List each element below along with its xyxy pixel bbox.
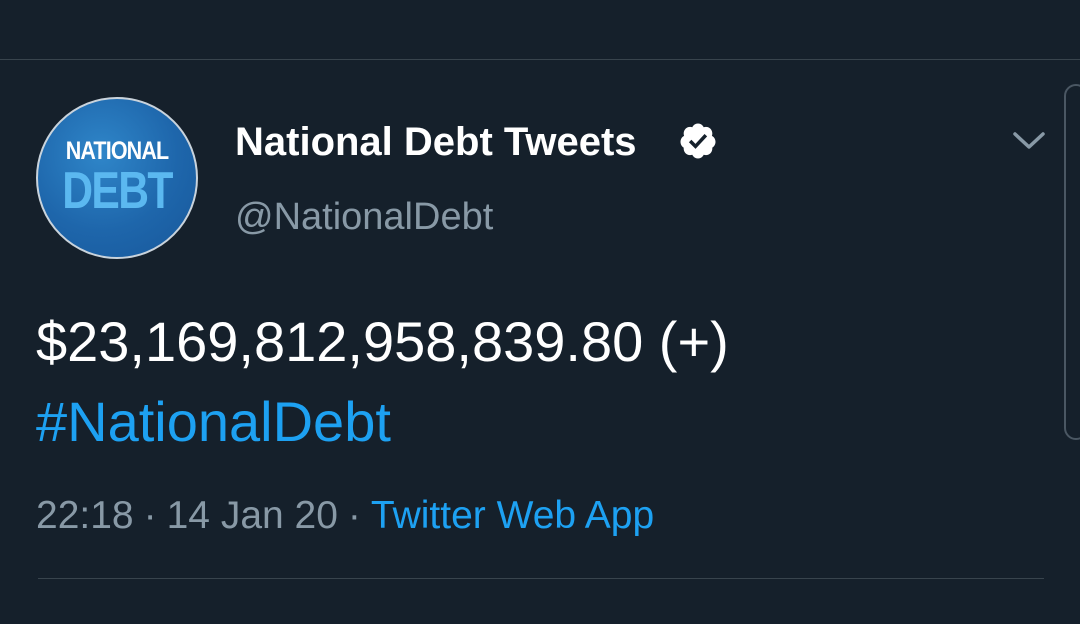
tweet-text: $23,169,812,958,839.80 (+) [36,310,729,373]
tweet-detail-screen: NATIONAL DEBT National Debt Tweets @Nati… [0,0,1080,624]
tweet-date: 14 Jan 20 [166,494,338,537]
avatar[interactable]: NATIONAL DEBT [36,97,198,259]
user-handle[interactable]: @NationalDebt [235,195,493,239]
tweet-time: 22:18 [36,494,134,537]
top-divider [0,59,1080,60]
tweet-metadata: 22:18 · 14 Jan 20 · Twitter Web App [36,493,654,539]
verified-badge-icon [680,123,716,159]
hashtag-link[interactable]: #NationalDebt [36,390,391,454]
meta-separator: · [143,494,157,537]
tweet-source-link[interactable]: Twitter Web App [371,494,654,537]
bottom-divider [38,578,1044,579]
display-name[interactable]: National Debt Tweets [235,119,637,165]
meta-separator: · [347,494,361,537]
chevron-down-icon[interactable] [1012,130,1046,152]
avatar-text-line2: DEBT [62,162,173,220]
scrollbar[interactable] [1064,84,1080,440]
